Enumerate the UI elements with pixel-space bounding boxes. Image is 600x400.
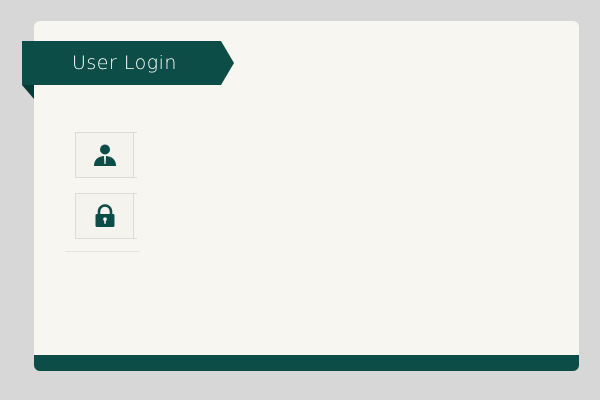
- password-input-area[interactable]: [134, 194, 137, 238]
- username-icon-cell: [76, 133, 134, 177]
- password-icon-cell: [76, 194, 134, 238]
- form-divider: [65, 251, 140, 252]
- lock-icon: [95, 204, 114, 227]
- username-input-area[interactable]: [134, 133, 137, 177]
- page-title: User Login: [72, 52, 177, 74]
- ribbon-fold: [22, 85, 34, 99]
- card-footer-bar: [34, 355, 579, 371]
- username-field[interactable]: [75, 132, 137, 178]
- user-icon: [93, 144, 116, 166]
- password-field[interactable]: [75, 193, 137, 239]
- login-title-ribbon: User Login: [22, 41, 234, 85]
